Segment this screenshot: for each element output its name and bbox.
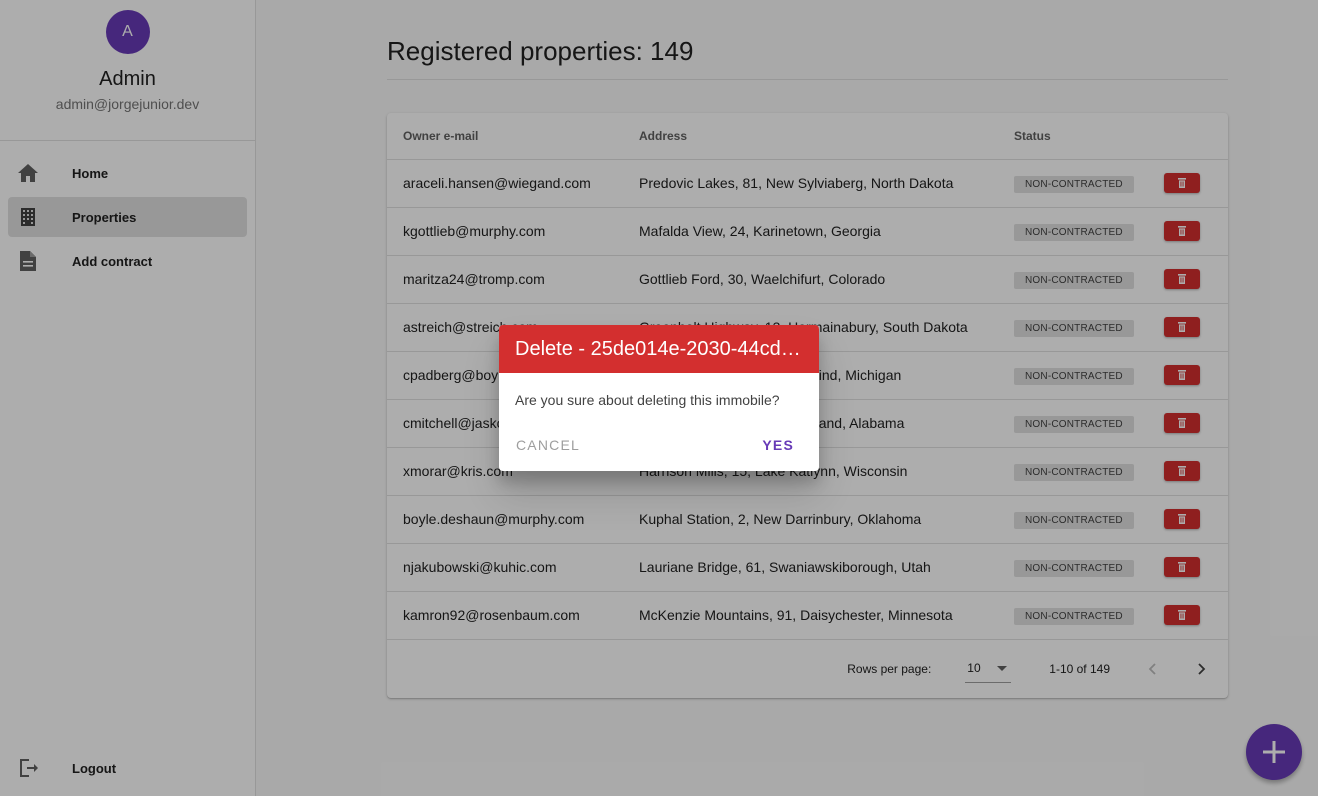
dialog-actions: CANCEL YES: [499, 437, 819, 453]
confirm-delete-button[interactable]: YES: [753, 437, 811, 453]
delete-dialog: Delete - 25de014e-2030-44cd-... Are you …: [499, 325, 819, 471]
dialog-title: Delete - 25de014e-2030-44cd-...: [499, 325, 819, 373]
dialog-message: Are you sure about deleting this immobil…: [515, 392, 780, 408]
cancel-button[interactable]: CANCEL: [507, 437, 589, 453]
